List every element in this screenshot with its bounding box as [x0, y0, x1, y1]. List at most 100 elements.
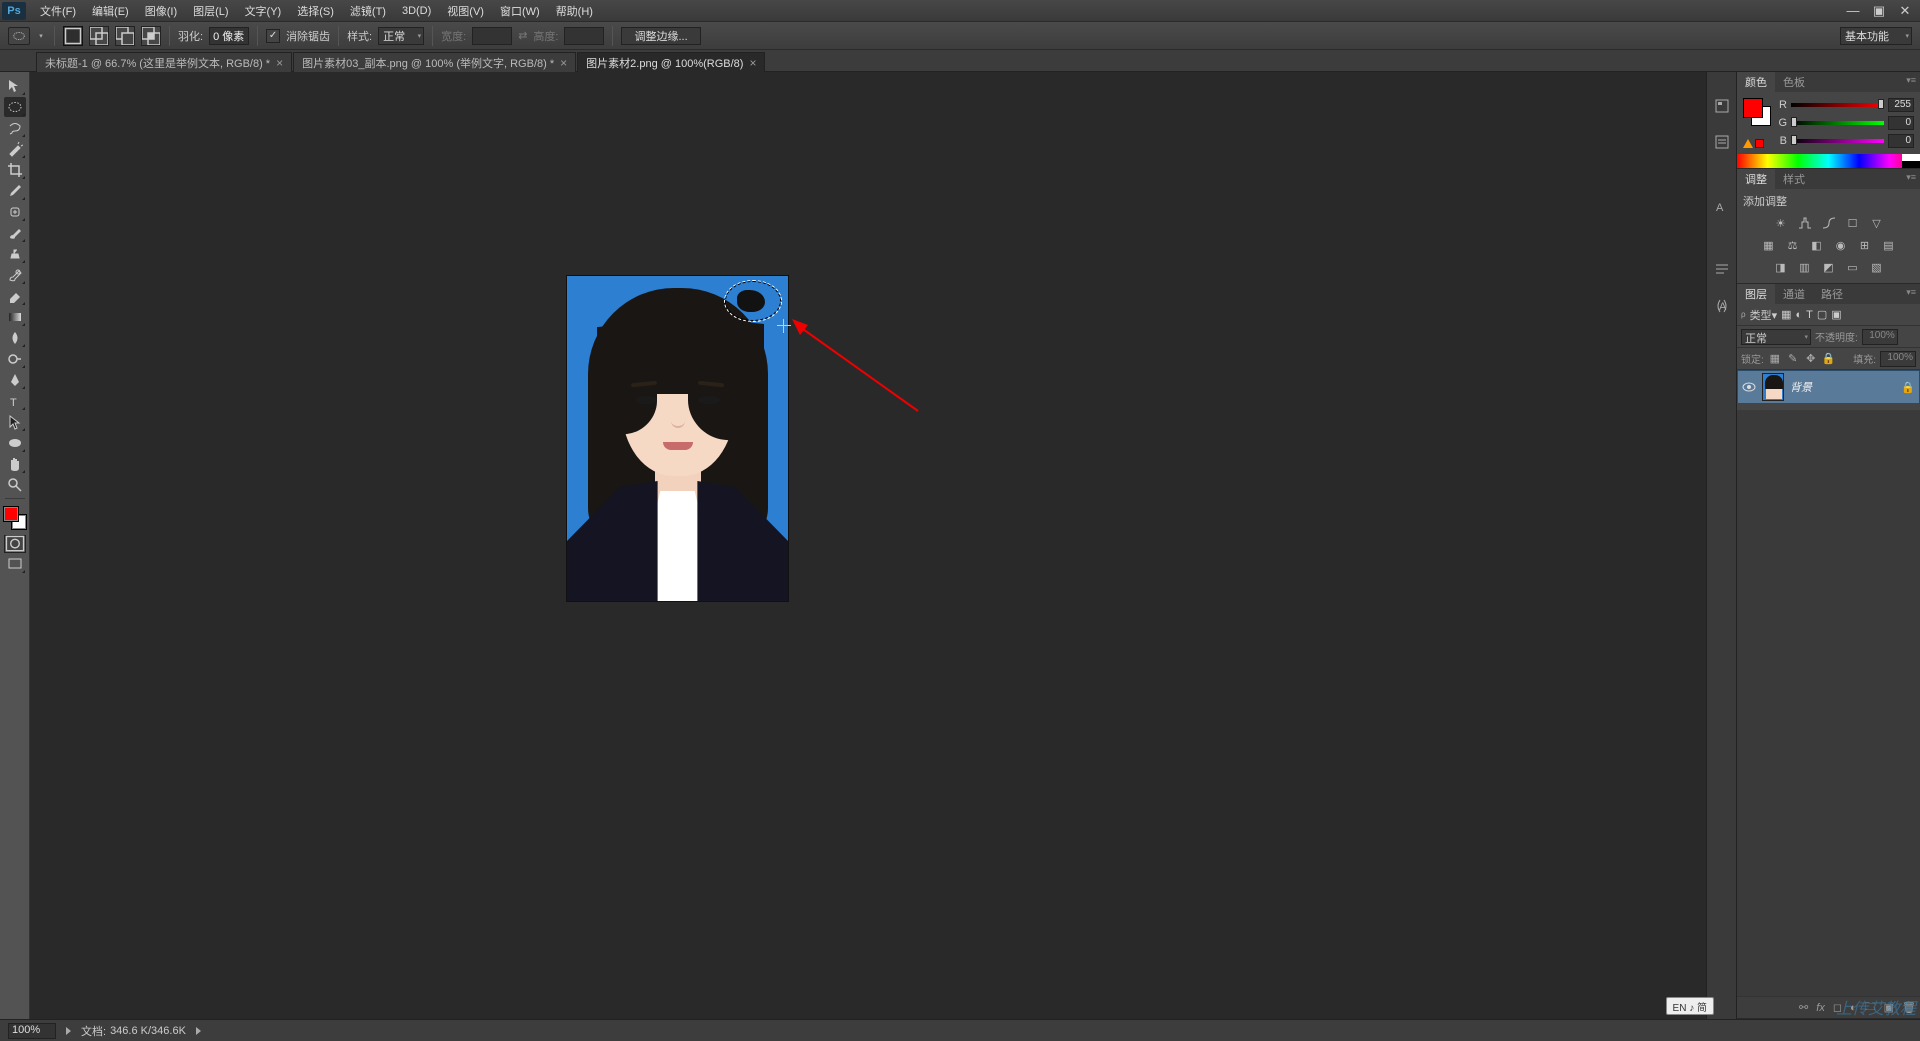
- brightness-contrast-icon[interactable]: ☀: [1772, 215, 1790, 231]
- menu-view[interactable]: 视图(V): [439, 0, 492, 22]
- layers-tab[interactable]: 图层: [1737, 284, 1775, 304]
- selection-mode-new[interactable]: [63, 26, 83, 46]
- curves-icon[interactable]: [1820, 215, 1838, 231]
- eraser-tool[interactable]: [4, 286, 26, 306]
- vibrance-icon[interactable]: ▽: [1868, 215, 1886, 231]
- screen-mode-toggle[interactable]: [4, 554, 26, 574]
- lock-all-icon[interactable]: 🔒: [1822, 352, 1836, 366]
- menu-image[interactable]: 图像(I): [137, 0, 185, 22]
- selection-mode-add[interactable]: [89, 26, 109, 46]
- history-brush-tool[interactable]: [4, 265, 26, 285]
- feather-input[interactable]: 0 像素: [209, 27, 249, 45]
- magic-wand-tool[interactable]: [4, 139, 26, 159]
- document-tab-active[interactable]: 图片素材2.png @ 100%(RGB/8)×: [577, 52, 765, 72]
- style-select[interactable]: 正常▾: [378, 27, 424, 45]
- fill-input[interactable]: 100%: [1880, 351, 1916, 367]
- current-tool-preview[interactable]: [8, 27, 30, 45]
- zoom-tool[interactable]: [4, 475, 26, 495]
- r-value[interactable]: 255: [1888, 98, 1914, 112]
- menu-file[interactable]: 文件(F): [32, 0, 84, 22]
- properties-panel-icon[interactable]: [1712, 132, 1732, 152]
- ime-indicator[interactable]: EN ♪ 简: [1666, 997, 1714, 1015]
- move-tool[interactable]: [4, 76, 26, 96]
- antialias-checkbox[interactable]: ✓: [266, 29, 280, 43]
- link-layers-icon[interactable]: ⚯: [1799, 1001, 1808, 1014]
- menu-select[interactable]: 选择(S): [289, 0, 342, 22]
- panel-menu-icon[interactable]: ▾≡: [1906, 172, 1916, 183]
- zoom-level-input[interactable]: 100%: [8, 1023, 56, 1039]
- filter-smart-icon[interactable]: ▣: [1831, 308, 1841, 321]
- delete-layer-icon[interactable]: 🗑: [1902, 1001, 1916, 1014]
- styles-tab[interactable]: 样式: [1775, 169, 1813, 189]
- lasso-tool[interactable]: [4, 118, 26, 138]
- hue-saturation-icon[interactable]: ▦: [1760, 237, 1778, 253]
- layer-visibility-toggle[interactable]: [1742, 380, 1756, 394]
- document-canvas[interactable]: [567, 276, 788, 601]
- lock-transparency-icon[interactable]: ▦: [1768, 352, 1782, 366]
- window-minimize-button[interactable]: —: [1840, 2, 1866, 20]
- type-tool[interactable]: T: [4, 391, 26, 411]
- b-value[interactable]: 0: [1888, 134, 1914, 148]
- window-maximize-button[interactable]: ▣: [1866, 2, 1892, 20]
- healing-brush-tool[interactable]: [4, 202, 26, 222]
- b-slider[interactable]: [1791, 136, 1884, 146]
- tab-close-icon[interactable]: ×: [560, 56, 567, 70]
- opacity-input[interactable]: 100%: [1862, 329, 1898, 345]
- blur-tool[interactable]: [4, 328, 26, 348]
- posterize-icon[interactable]: ▥: [1796, 259, 1814, 275]
- add-mask-icon[interactable]: ◻: [1833, 1001, 1842, 1014]
- channel-mixer-icon[interactable]: ⊞: [1856, 237, 1874, 253]
- zoom-flyout-icon[interactable]: [66, 1027, 71, 1035]
- invert-icon[interactable]: ◨: [1772, 259, 1790, 275]
- menu-window[interactable]: 窗口(W): [492, 0, 548, 22]
- layer-fx-icon[interactable]: fx: [1816, 1002, 1825, 1014]
- out-of-gamut-warning-icon[interactable]: [1743, 139, 1753, 148]
- tab-close-icon[interactable]: ×: [276, 56, 283, 70]
- gradient-map-icon[interactable]: ▭: [1844, 259, 1862, 275]
- layer-thumbnail[interactable]: [1762, 373, 1784, 401]
- gradient-tool[interactable]: [4, 307, 26, 327]
- menu-filter[interactable]: 滤镜(T): [342, 0, 394, 22]
- filter-adjust-icon[interactable]: ◐: [1796, 309, 1803, 321]
- layer-row-background[interactable]: 背景 🔒: [1737, 370, 1920, 404]
- eyedropper-tool[interactable]: [4, 181, 26, 201]
- new-layer-icon[interactable]: ▣: [1884, 1001, 1894, 1014]
- filter-pixel-icon[interactable]: ▦: [1781, 308, 1791, 321]
- black-white-icon[interactable]: ◧: [1808, 237, 1826, 253]
- new-group-icon[interactable]: 🗀: [1865, 998, 1876, 1017]
- web-safe-warning-icon[interactable]: [1755, 139, 1764, 148]
- lock-image-icon[interactable]: ✎: [1786, 352, 1800, 366]
- photo-filter-icon[interactable]: ◉: [1832, 237, 1850, 253]
- menu-help[interactable]: 帮助(H): [548, 0, 601, 22]
- selection-mode-intersect[interactable]: [141, 26, 161, 46]
- info-panel-icon[interactable]: A: [1712, 296, 1732, 316]
- new-adjustment-icon[interactable]: ◐: [1850, 1002, 1857, 1014]
- foreground-background-color[interactable]: [3, 506, 27, 530]
- shape-tool[interactable]: [4, 433, 26, 453]
- filter-shape-icon[interactable]: ▢: [1817, 308, 1827, 321]
- doc-info-flyout-icon[interactable]: [196, 1027, 201, 1035]
- color-balance-icon[interactable]: ⚖: [1784, 237, 1802, 253]
- menu-edit[interactable]: 编辑(E): [84, 0, 137, 22]
- g-value[interactable]: 0: [1888, 116, 1914, 130]
- paragraph-panel-icon[interactable]: [1712, 260, 1732, 280]
- filter-type-icon[interactable]: T: [1806, 309, 1813, 321]
- tool-preset-dropdown[interactable]: ▾: [36, 27, 46, 45]
- refine-edge-button[interactable]: 调整边缘...: [621, 27, 700, 45]
- paths-tab[interactable]: 路径: [1813, 284, 1851, 304]
- quick-mask-toggle[interactable]: [4, 535, 26, 553]
- color-lookup-icon[interactable]: ▤: [1880, 237, 1898, 253]
- exposure-icon[interactable]: ☐: [1844, 215, 1862, 231]
- panel-color-swatch[interactable]: [1743, 98, 1771, 126]
- brush-tool[interactable]: [4, 223, 26, 243]
- dodge-tool[interactable]: [4, 349, 26, 369]
- r-slider[interactable]: [1791, 100, 1884, 110]
- channels-tab[interactable]: 通道: [1775, 284, 1813, 304]
- swatches-tab[interactable]: 色板: [1775, 72, 1813, 92]
- window-close-button[interactable]: ✕: [1892, 2, 1918, 20]
- color-tab[interactable]: 颜色: [1737, 72, 1775, 92]
- crop-tool[interactable]: [4, 160, 26, 180]
- canvas-area[interactable]: [30, 72, 1706, 1019]
- selection-mode-subtract[interactable]: [115, 26, 135, 46]
- lock-position-icon[interactable]: ✥: [1804, 352, 1818, 366]
